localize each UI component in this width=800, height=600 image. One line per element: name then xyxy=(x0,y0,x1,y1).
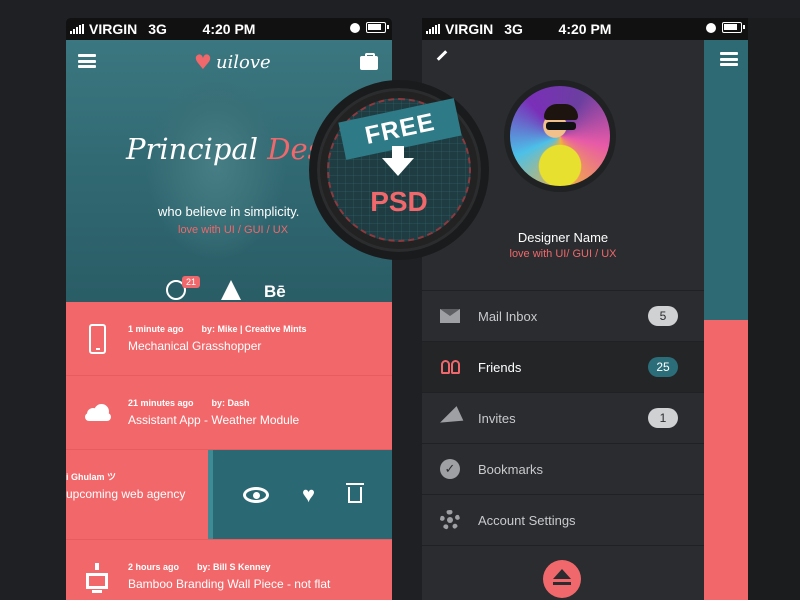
logo-text: uilove xyxy=(215,51,271,73)
alarm-icon xyxy=(350,22,360,33)
free-psd-badge: FREE PSD xyxy=(309,80,489,260)
gear-icon xyxy=(440,510,460,530)
view-icon[interactable] xyxy=(243,486,270,503)
feed-title: Mechanical Grasshopper xyxy=(128,339,262,353)
feed-item[interactable]: 2 hours ago by: Bill S Kenney Bamboo Bra… xyxy=(66,540,392,600)
feed-time: 2 hours ago xyxy=(128,562,180,572)
cloud-sun-icon xyxy=(83,403,111,422)
feed-title: upcoming web agency xyxy=(66,487,186,501)
feed-item-swiped[interactable]: i Ghulam ツ upcoming web agency ♥ xyxy=(66,450,392,540)
behance-icon[interactable]: Bē xyxy=(264,282,286,302)
showcase-canvas: VIRGIN 3G 4:20 PM ♥ uilove Principal Des… xyxy=(0,0,800,600)
avatar[interactable] xyxy=(504,80,616,192)
feed-title: Bamboo Branding Wall Piece - not flat xyxy=(128,577,331,591)
background-strip xyxy=(748,18,800,600)
feed-author: by: Mike | Creative Mints xyxy=(201,324,307,334)
hamburger-menu-icon[interactable] xyxy=(78,54,96,68)
battery-icon xyxy=(366,22,389,33)
profile-tagline: love with UI/ GUI / UX xyxy=(509,248,617,260)
feed-author: i Ghulam ツ xyxy=(66,472,117,482)
feed-time: 21 minutes ago xyxy=(128,398,194,408)
feed-item[interactable]: 21 minutes ago by: Dash Assistant App - … xyxy=(66,376,392,450)
feed-time: 1 minute ago xyxy=(128,324,184,334)
feed-title: Assistant App - Weather Module xyxy=(128,413,300,427)
status-bar: VIRGIN 3G 4:20 PM xyxy=(422,18,748,40)
menu-count-badge: 25 xyxy=(648,357,678,377)
status-bar: VIRGIN 3G 4:20 PM xyxy=(66,18,392,40)
network-type: 3G xyxy=(148,21,167,37)
feed-author: by: Dash xyxy=(211,398,250,408)
heart-icon: ♥ xyxy=(194,50,212,74)
alarm-icon xyxy=(706,22,716,33)
network-type: 3G xyxy=(504,21,523,37)
friends-icon xyxy=(440,360,460,374)
like-heart-icon[interactable]: ♥ xyxy=(302,482,315,508)
phone-menu-screen: VIRGIN 3G 4:20 PM Designer Name love wit… xyxy=(422,18,748,600)
activity-feed: 1 minute ago by: Mike | Creative Mints M… xyxy=(66,302,392,600)
menu-item-label: Account Settings xyxy=(478,512,576,528)
smartphone-icon xyxy=(88,323,106,354)
menu-count-badge: 5 xyxy=(648,306,678,326)
drawer-menu: Mail Inbox 5 Friends 25 Invites 1 ✓ Book… xyxy=(422,290,704,546)
briefcase-icon[interactable] xyxy=(360,53,378,70)
profile-name: Designer Name xyxy=(517,230,609,245)
menu-item-mail-inbox[interactable]: Mail Inbox 5 xyxy=(422,290,704,341)
menu-item-invites[interactable]: Invites 1 xyxy=(422,392,704,443)
check-badge-icon: ✓ xyxy=(440,459,460,479)
content-peek-panel[interactable] xyxy=(704,40,748,600)
hero-tagline: love with UI / GUI / UX xyxy=(178,224,289,236)
trash-icon[interactable] xyxy=(345,482,364,503)
menu-item-label: Bookmarks xyxy=(478,461,544,477)
carrier-name: VIRGIN xyxy=(445,21,494,37)
mail-icon xyxy=(440,309,460,323)
menu-item-label: Invites xyxy=(478,410,516,426)
battery-icon xyxy=(722,22,745,33)
download-arrow-head-icon xyxy=(382,158,414,176)
menu-count-badge: 1 xyxy=(648,408,678,428)
dribbble-count-badge: 21 xyxy=(182,276,201,288)
monitor-icon xyxy=(86,562,108,593)
menu-item-friends[interactable]: Friends 25 xyxy=(422,341,704,392)
feed-item[interactable]: 1 minute ago by: Mike | Creative Mints M… xyxy=(66,302,392,376)
paper-plane-icon xyxy=(436,406,464,430)
menu-item-label: Mail Inbox xyxy=(478,308,538,324)
app-logo: ♥ uilove xyxy=(194,50,271,74)
signal-icon xyxy=(70,24,84,34)
forrst-icon[interactable] xyxy=(221,280,241,300)
edit-pencil-icon[interactable] xyxy=(436,50,448,61)
psd-label: PSD xyxy=(370,186,428,217)
menu-item-bookmarks[interactable]: ✓ Bookmarks xyxy=(422,443,704,494)
signal-icon xyxy=(426,24,440,34)
hero-subtitle: who believe in simplicity. xyxy=(158,204,300,219)
hero-title-main: Principal xyxy=(126,132,258,166)
menu-item-account-settings[interactable]: Account Settings xyxy=(422,494,704,545)
logout-eject-button[interactable] xyxy=(543,560,581,598)
menu-divider xyxy=(422,545,704,546)
feed-author: by: Bill S Kenney xyxy=(197,562,271,572)
carrier-name: VIRGIN xyxy=(89,21,138,37)
hamburger-menu-icon[interactable] xyxy=(720,52,738,66)
menu-item-label: Friends xyxy=(478,359,522,375)
peek-feed xyxy=(704,320,748,600)
swipe-actions: ♥ xyxy=(208,450,392,539)
